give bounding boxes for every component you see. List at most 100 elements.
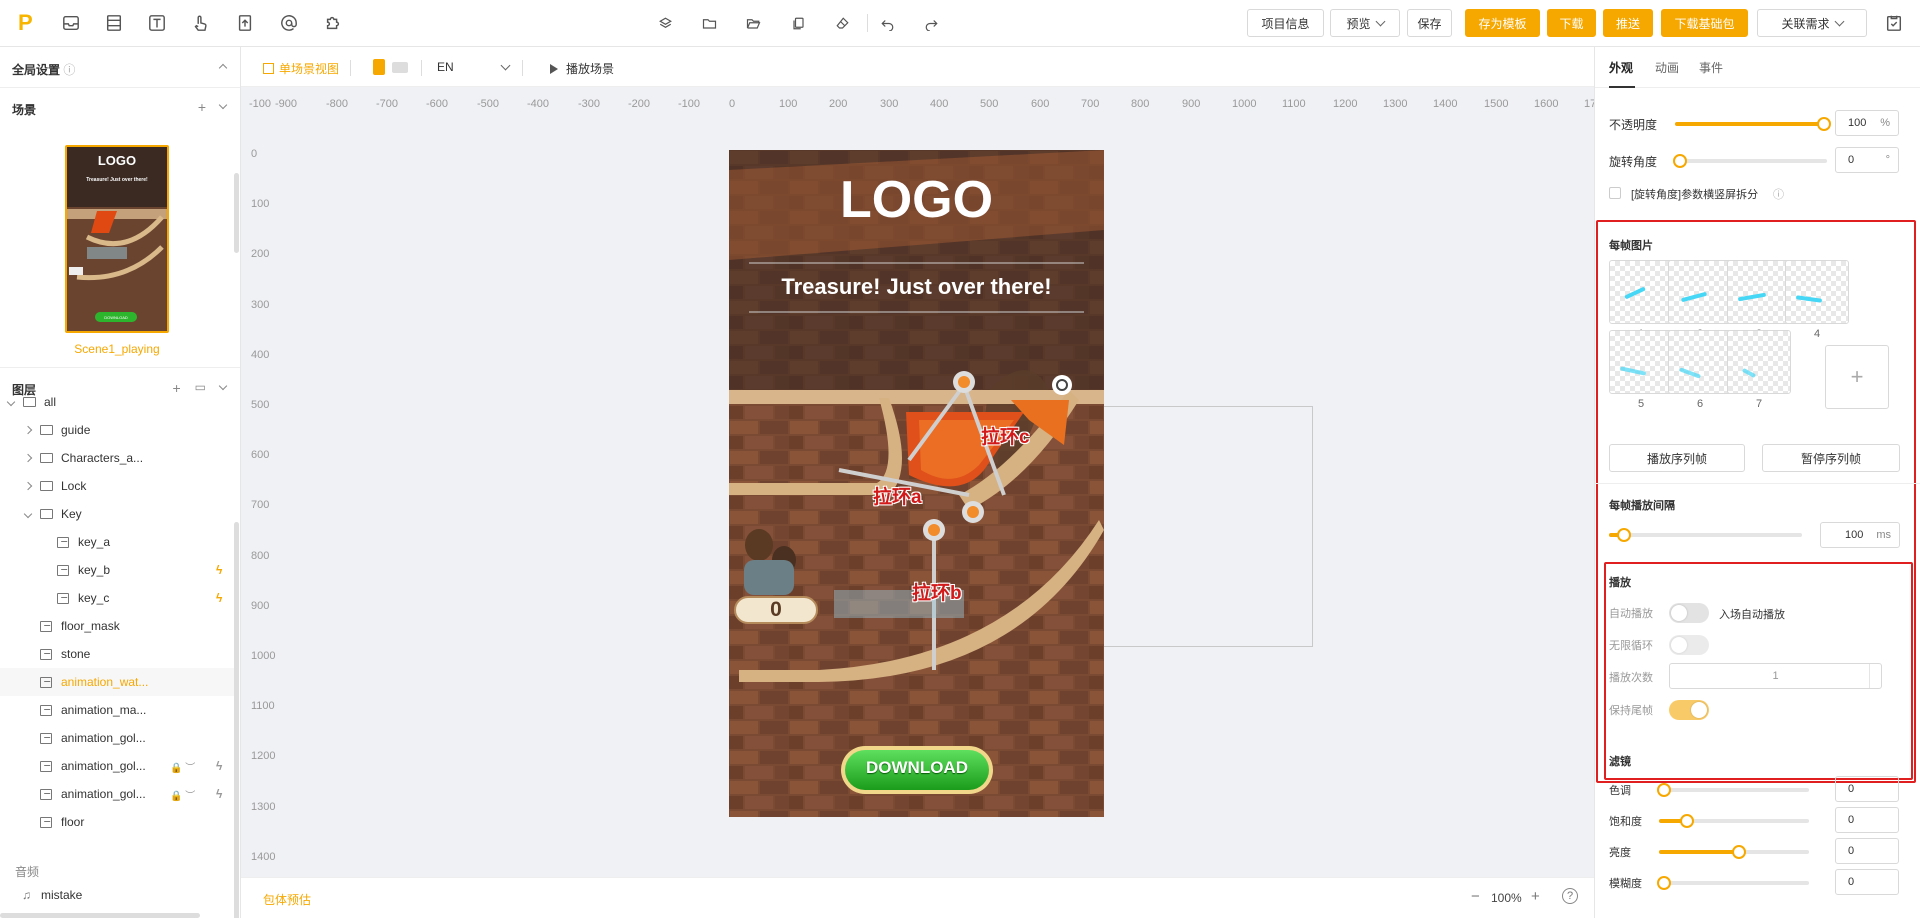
layers-icon[interactable] bbox=[655, 13, 675, 33]
interval-slider[interactable] bbox=[1609, 528, 1802, 542]
tab-animation[interactable]: 动画 bbox=[1655, 59, 1679, 76]
chevron-down-icon[interactable] bbox=[23, 509, 33, 519]
split-checkbox[interactable] bbox=[1609, 187, 1621, 199]
help-icon[interactable]: ⓘ bbox=[63, 63, 75, 77]
related-requirement-dropdown[interactable]: 关联需求 bbox=[1757, 9, 1867, 37]
layer-row[interactable]: animation_gol... 🔒 ︶ ϟ bbox=[0, 780, 234, 808]
frame-thumbnail[interactable] bbox=[1785, 260, 1849, 324]
chevron-up-icon[interactable] bbox=[218, 63, 228, 73]
save-button[interactable]: 保存 bbox=[1407, 9, 1452, 37]
folder-open-icon[interactable] bbox=[743, 13, 763, 33]
text-icon[interactable] bbox=[147, 13, 167, 33]
frame-thumbnail[interactable] bbox=[1668, 260, 1732, 324]
tab-appearance[interactable]: 外观 bbox=[1609, 59, 1633, 76]
undo-icon[interactable] bbox=[877, 13, 897, 33]
game-preview[interactable]: LOGO Treasure! Just over there! 拉环a 拉环b … bbox=[729, 150, 1104, 817]
filter-slider[interactable] bbox=[1657, 783, 1809, 797]
rotation-input[interactable]: 0 ° bbox=[1835, 147, 1899, 173]
play-sequence-button[interactable]: 播放序列帧 bbox=[1609, 444, 1745, 472]
filter-input[interactable]: 0 bbox=[1835, 807, 1899, 833]
slider-knob[interactable] bbox=[1679, 814, 1694, 828]
audio-item[interactable]: ♫ mistake bbox=[0, 881, 234, 909]
add-scene-icon[interactable]: + bbox=[198, 99, 206, 115]
language-select[interactable]: EN bbox=[437, 60, 511, 74]
filter-slider[interactable] bbox=[1659, 814, 1809, 828]
global-settings-collapse[interactable] bbox=[218, 60, 228, 73]
chevron-right-icon[interactable] bbox=[23, 481, 33, 491]
pin-c-label[interactable]: 拉环c bbox=[981, 422, 1030, 449]
pin-a-label[interactable]: 拉环a bbox=[873, 482, 922, 509]
count-input[interactable]: 1 bbox=[1669, 663, 1882, 689]
interval-input[interactable]: 100 ms bbox=[1820, 522, 1900, 548]
filter-slider[interactable] bbox=[1659, 845, 1809, 859]
tab-events[interactable]: 事件 bbox=[1699, 59, 1723, 76]
event-bolt-icon[interactable]: ϟ bbox=[216, 759, 222, 773]
layer-row[interactable]: guide bbox=[0, 416, 234, 444]
opacity-input[interactable]: 100% bbox=[1835, 110, 1899, 136]
chevron-down-icon[interactable] bbox=[218, 100, 228, 110]
file-upload-icon[interactable] bbox=[235, 13, 255, 33]
layer-row[interactable]: Lock bbox=[0, 472, 234, 500]
chevron-right-icon[interactable] bbox=[23, 425, 33, 435]
help-icon[interactable]: ? bbox=[1562, 888, 1578, 904]
filter-input[interactable]: 0 bbox=[1835, 838, 1899, 864]
download-cta[interactable]: DOWNLOAD bbox=[845, 758, 989, 778]
event-bolt-icon[interactable]: ϟ bbox=[216, 591, 222, 605]
at-icon[interactable] bbox=[279, 13, 299, 33]
slider-knob[interactable] bbox=[1817, 117, 1831, 131]
global-settings-title[interactable]: 全局设置 ⓘ bbox=[12, 61, 75, 78]
help-icon[interactable]: ⓘ bbox=[1773, 186, 1784, 202]
layer-row[interactable]: stone bbox=[0, 640, 234, 668]
copy-icon[interactable] bbox=[788, 13, 808, 33]
scene-scrollbar[interactable] bbox=[234, 173, 239, 253]
add-frame-button[interactable]: + bbox=[1825, 345, 1889, 409]
portrait-orientation-button[interactable] bbox=[373, 59, 385, 75]
layer-row[interactable]: Characters_a... bbox=[0, 444, 234, 472]
slider-knob[interactable] bbox=[1732, 845, 1746, 859]
lock-hide-icons[interactable]: 🔒 ︶ bbox=[170, 787, 195, 802]
frame-thumbnail[interactable] bbox=[1609, 260, 1673, 324]
landscape-orientation-button[interactable] bbox=[392, 62, 408, 73]
package-size-estimate[interactable]: 包体预估 bbox=[263, 891, 311, 908]
download-base-button[interactable]: 下载基础包 bbox=[1661, 9, 1748, 37]
layer-row[interactable]: Key bbox=[0, 500, 234, 528]
push-button[interactable]: 推送 bbox=[1603, 9, 1653, 37]
single-scene-view-toggle[interactable]: 单场景视图 bbox=[263, 60, 339, 77]
slider-knob[interactable] bbox=[1673, 154, 1687, 168]
layer-row[interactable]: animation_gol... bbox=[0, 724, 234, 752]
slider-knob[interactable] bbox=[1617, 528, 1631, 542]
touch-icon[interactable] bbox=[190, 13, 210, 33]
project-info-button[interactable]: 项目信息 bbox=[1247, 9, 1324, 37]
frame-thumbnail[interactable] bbox=[1609, 330, 1673, 394]
download-button[interactable]: 下载 bbox=[1547, 9, 1596, 37]
event-bolt-icon[interactable]: ϟ bbox=[216, 787, 222, 801]
layer-row[interactable]: key_a bbox=[0, 528, 234, 556]
zoom-out-button[interactable]: − bbox=[1471, 888, 1480, 905]
slider-knob[interactable] bbox=[1657, 876, 1671, 890]
layer-row[interactable]: all bbox=[0, 388, 234, 416]
layer-row[interactable]: floor bbox=[0, 808, 234, 836]
opacity-slider[interactable] bbox=[1675, 117, 1831, 131]
redo-icon[interactable] bbox=[921, 13, 941, 33]
lock-hide-icons[interactable]: 🔒 ︶ bbox=[170, 759, 195, 774]
left-horizontal-scrollbar[interactable] bbox=[0, 913, 200, 918]
preview-dropdown[interactable]: 预览 bbox=[1330, 9, 1400, 37]
layer-row[interactable]: key_b ϟ bbox=[0, 556, 234, 584]
frame-thumbnail[interactable] bbox=[1727, 260, 1791, 324]
layer-scrollbar[interactable] bbox=[234, 522, 239, 918]
frame-thumbnail[interactable] bbox=[1668, 330, 1732, 394]
layer-row[interactable]: floor_mask bbox=[0, 612, 234, 640]
chevron-down-icon[interactable] bbox=[6, 397, 16, 407]
layer-row[interactable]: key_c ϟ bbox=[0, 584, 234, 612]
frame-thumbnail[interactable] bbox=[1727, 330, 1791, 394]
filter-slider[interactable] bbox=[1657, 876, 1809, 890]
folder-icon[interactable] bbox=[699, 13, 719, 33]
slider-knob[interactable] bbox=[1657, 783, 1671, 797]
pin-b-label[interactable]: 拉环b bbox=[912, 578, 962, 605]
eraser-icon[interactable] bbox=[832, 13, 852, 33]
save-template-button[interactable]: 存为模板 bbox=[1465, 9, 1540, 37]
filter-input[interactable]: 0 bbox=[1835, 776, 1899, 802]
rotation-slider[interactable] bbox=[1673, 154, 1827, 168]
scene-thumbnail[interactable]: LOGO Treasure! Just over there! DOWNLOAD bbox=[65, 145, 169, 333]
layer-row[interactable]: animation_wat... bbox=[0, 668, 234, 696]
